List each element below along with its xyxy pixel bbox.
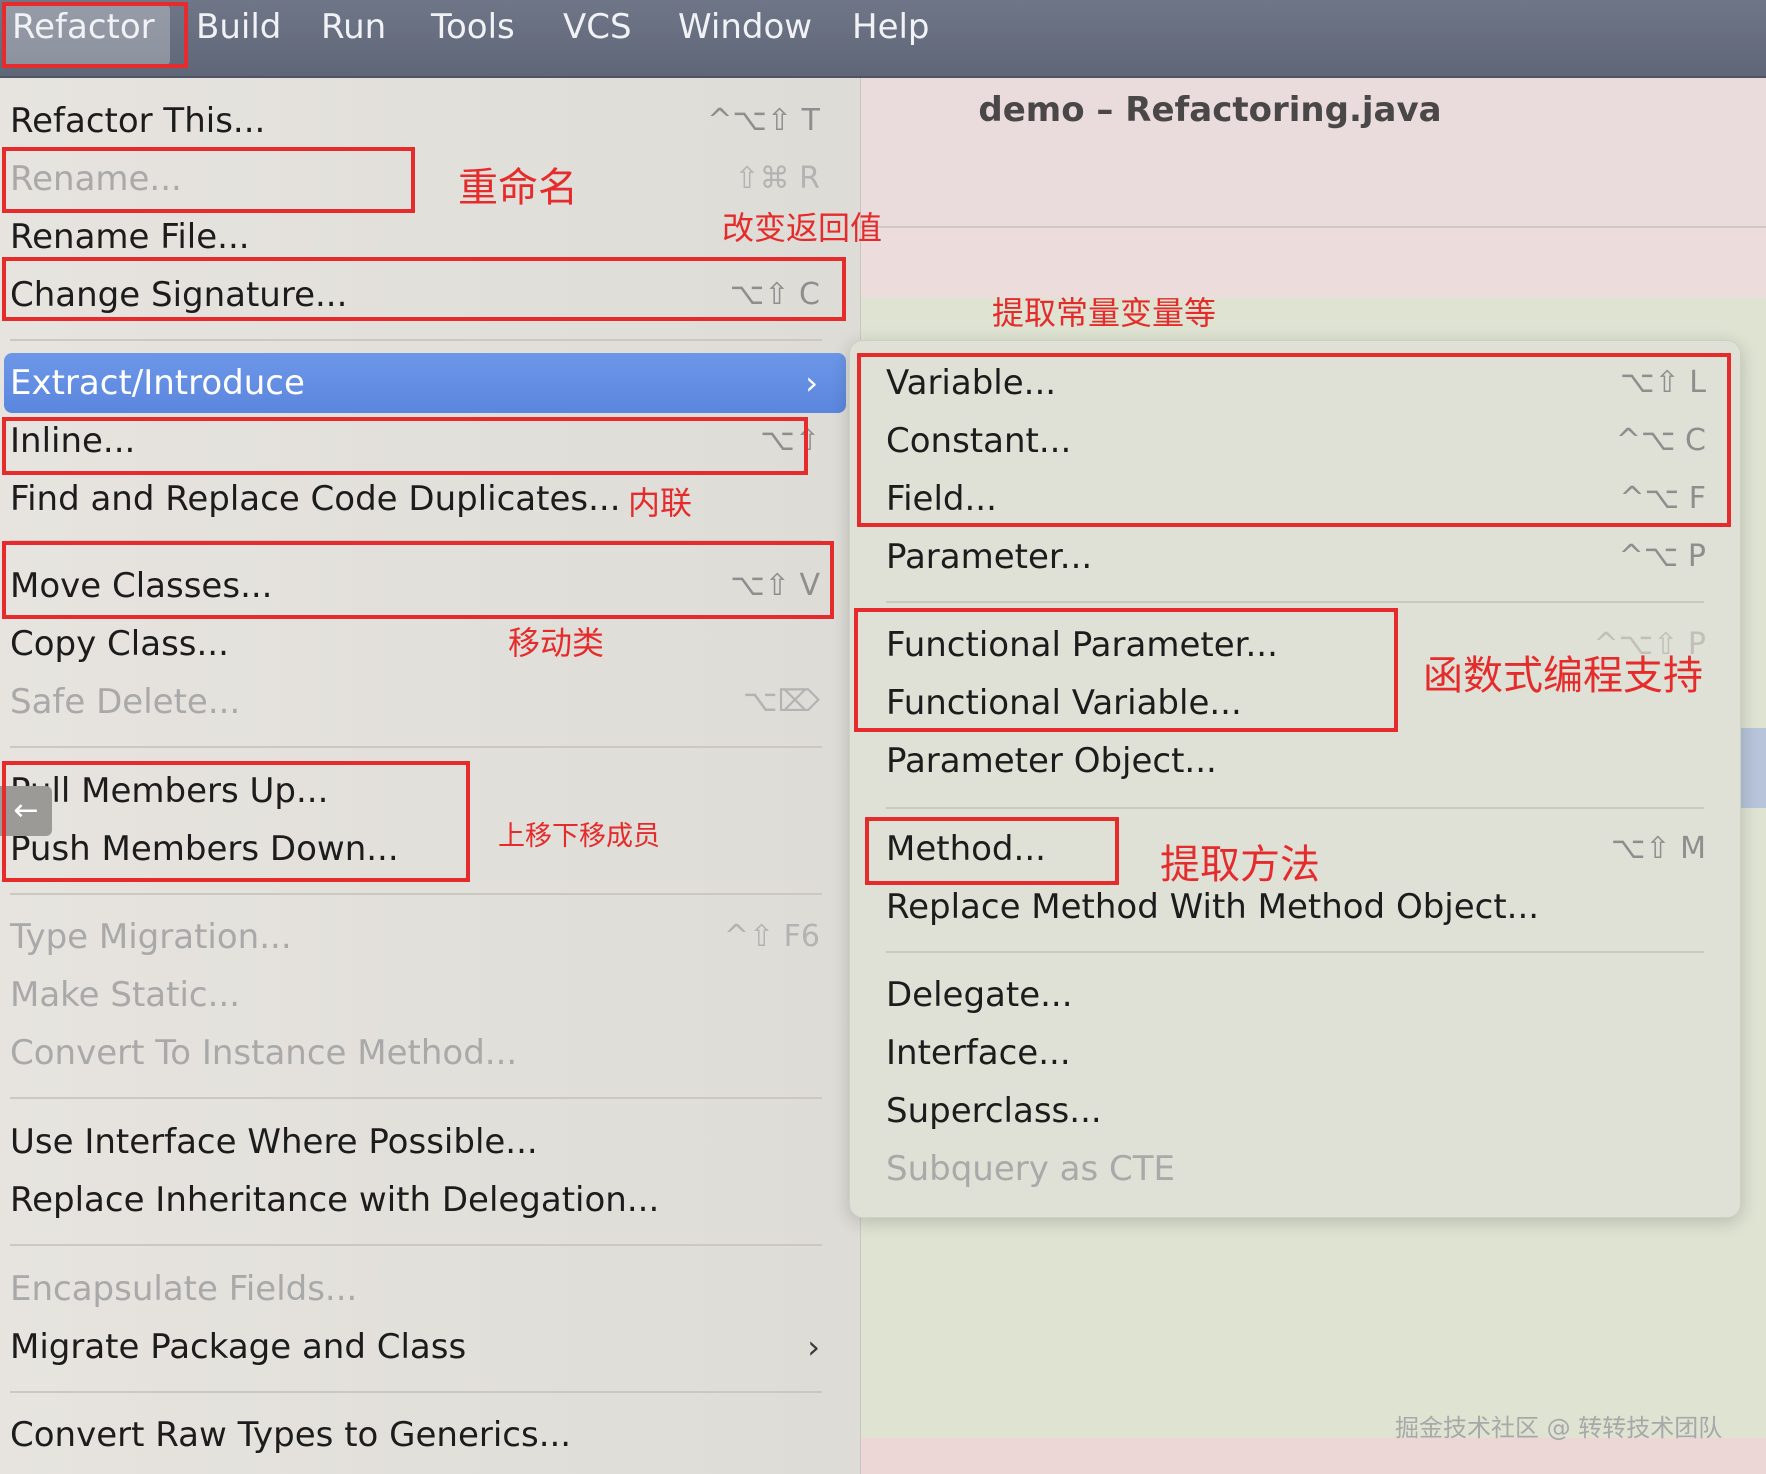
menu-item-shortcut: ⇧⌘ R [734, 161, 820, 196]
menu-item-label: Convert To Instance Method... [10, 1033, 518, 1073]
submenu-item-parameter[interactable]: Parameter... ^⌥ P [850, 529, 1740, 585]
menu-item-label: Parameter... [886, 537, 1093, 577]
menu-item-label: Migrate Package and Class [10, 1327, 467, 1367]
menu-separator [886, 951, 1704, 953]
menu-vcs[interactable]: VCS [563, 4, 632, 66]
menu-item-shortcut: ⌥⌦ [743, 684, 820, 719]
menu-item-safe-delete[interactable]: Safe Delete... ⌥⌦ [0, 674, 860, 730]
menu-run[interactable]: Run [321, 4, 386, 66]
menu-item-shortcut: ^⇧ F6 [723, 919, 820, 954]
menu-separator [10, 339, 822, 341]
annotation-box-move-classes [2, 541, 834, 619]
annotation-box-pull-push [2, 761, 470, 882]
menu-help[interactable]: Help [852, 4, 930, 66]
watermark: 掘金技术社区 @ 转转技术团队 [1395, 1414, 1723, 1442]
annotation-box-functional [854, 608, 1398, 732]
menu-item-label: Superclass... [886, 1091, 1102, 1131]
menu-item-label: Delegate... [886, 975, 1073, 1015]
menu-item-refactor-this[interactable]: Refactor This... ^⌥⇧ T [0, 93, 860, 149]
menu-item-label: Encapsulate Fields... [10, 1269, 358, 1309]
menu-item-label: Convert Raw Types to Generics... [10, 1415, 572, 1455]
menu-item-make-static[interactable]: Make Static... [0, 967, 860, 1023]
menu-item-label: Subquery as CTE [886, 1149, 1176, 1189]
menu-item-shortcut: ^⌥⇧ T [707, 103, 820, 138]
menu-bar: Refactor Build Run Tools VCS Window Help [0, 0, 1766, 78]
menu-item-find-replace-duplicates[interactable]: Find and Replace Code Duplicates... [0, 471, 860, 527]
annotation-change-signature: 改变返回值 [722, 209, 883, 247]
menu-item-label: Refactor This... [10, 101, 266, 141]
submenu-item-superclass[interactable]: Superclass... [850, 1083, 1740, 1139]
menu-item-label: Safe Delete... [10, 682, 241, 722]
menu-item-shortcut: ^⌥ P [1618, 539, 1706, 574]
menu-separator [10, 1391, 822, 1393]
annotation-box-method [865, 817, 1119, 885]
menu-build[interactable]: Build [196, 4, 281, 66]
menu-separator [10, 746, 822, 748]
chevron-right-icon: › [805, 364, 818, 402]
annotation-inline: 内联 [628, 484, 693, 522]
menu-separator [10, 1244, 822, 1246]
editor-title-area: demo – Refactoring.java [860, 78, 1766, 228]
submenu-item-delegate[interactable]: Delegate... [850, 967, 1740, 1023]
annotation-pull-push: 上移下移成员 [498, 821, 660, 852]
menu-item-migrate-package[interactable]: Migrate Package and Class › [0, 1319, 860, 1375]
menu-item-convert-raw-types[interactable]: Convert Raw Types to Generics... [0, 1407, 860, 1463]
menu-item-use-interface[interactable]: Use Interface Where Possible... [0, 1114, 860, 1170]
menu-separator [886, 807, 1704, 809]
menu-item-label: Replace Inheritance with Delegation... [10, 1180, 660, 1220]
menu-separator [10, 1097, 822, 1099]
annotation-box-change-signature [2, 257, 846, 321]
menu-item-encapsulate-fields[interactable]: Encapsulate Fields... [0, 1261, 860, 1317]
menu-item-label: Use Interface Where Possible... [10, 1122, 538, 1162]
menu-item-copy-class[interactable]: Copy Class... [0, 616, 860, 672]
menu-separator [10, 893, 822, 895]
annotation-box-refactor-menu [2, 2, 188, 68]
submenu-item-subquery-cte[interactable]: Subquery as CTE [850, 1141, 1740, 1197]
chevron-right-icon: › [807, 1328, 820, 1366]
menu-item-convert-to-instance-method[interactable]: Convert To Instance Method... [0, 1025, 860, 1081]
editor-status-band [860, 1438, 1766, 1474]
annotation-functional: 函数式编程支持 [1423, 653, 1703, 699]
annotation-box-inline [2, 417, 808, 475]
menu-item-extract-introduce[interactable]: Extract/Introduce › [4, 353, 846, 413]
menu-item-label: Interface... [886, 1033, 1071, 1073]
menu-item-label: Extract/Introduce [10, 363, 305, 403]
menu-item-label: Find and Replace Code Duplicates... [10, 479, 621, 519]
submenu-item-interface[interactable]: Interface... [850, 1025, 1740, 1081]
submenu-item-parameter-object[interactable]: Parameter Object... [850, 733, 1740, 789]
editor-scroll-marker [1740, 728, 1766, 808]
annotation-extract: 提取常量变量等 [992, 294, 1217, 332]
menu-item-label: Make Static... [10, 975, 241, 1015]
menu-window[interactable]: Window [678, 4, 812, 66]
annotation-rename: 重命名 [458, 165, 578, 211]
annotation-box-extract-variables [857, 353, 1731, 527]
annotation-method: 提取方法 [1160, 842, 1320, 888]
annotation-move-classes: 移动类 [508, 624, 605, 662]
menu-item-shortcut: ⌥⇧ M [1610, 831, 1706, 866]
menu-item-replace-inheritance[interactable]: Replace Inheritance with Delegation... [0, 1172, 860, 1228]
menu-item-label: Copy Class... [10, 624, 229, 664]
menu-item-label: Parameter Object... [886, 741, 1217, 781]
annotation-box-rename [2, 147, 415, 213]
editor-title: demo – Refactoring.java [978, 90, 1442, 130]
menu-item-label: Type Migration... [10, 917, 292, 957]
menu-separator [886, 601, 1704, 603]
menu-item-type-migration[interactable]: Type Migration... ^⇧ F6 [0, 909, 860, 965]
menu-tools[interactable]: Tools [431, 4, 515, 66]
